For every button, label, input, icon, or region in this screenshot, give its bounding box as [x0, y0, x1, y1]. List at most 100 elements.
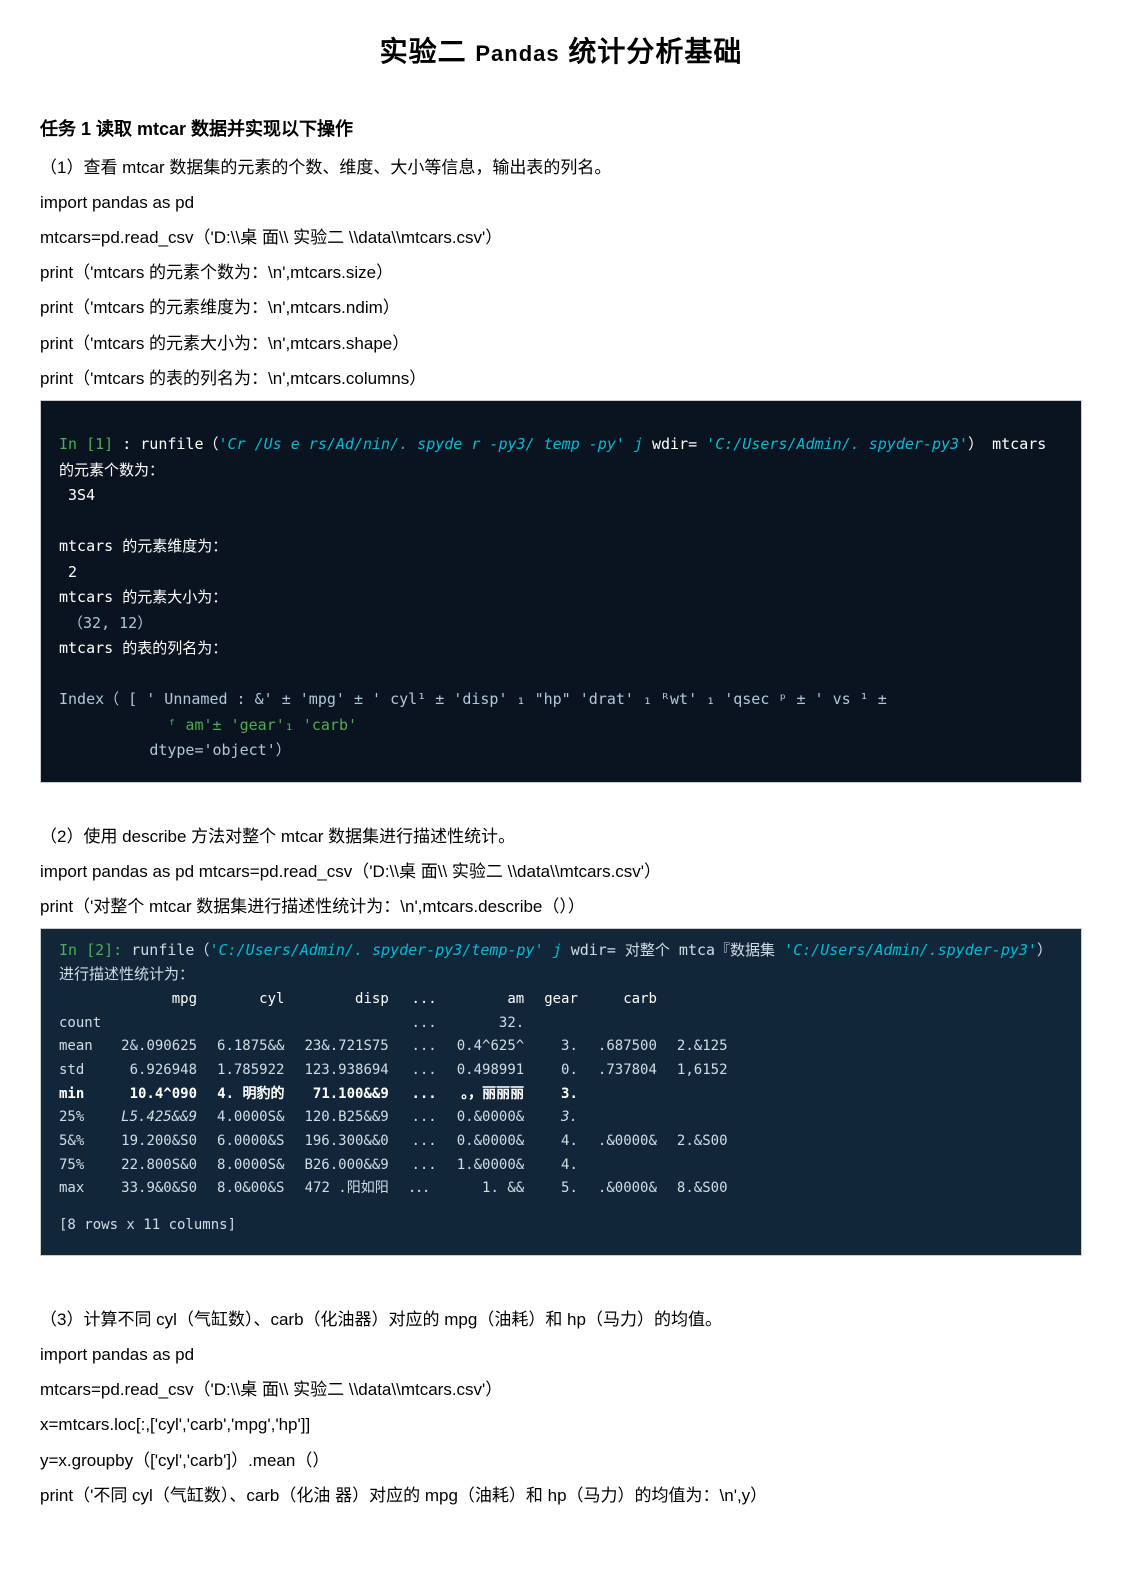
doc-title: 实验二 Pandas 统计分析基础 — [40, 30, 1082, 75]
table-cell: .&0000& — [598, 1130, 677, 1154]
table-cell: 25% — [59, 1106, 121, 1130]
table-cell: .687500 — [598, 1035, 677, 1059]
table-cell: 6.926948 — [121, 1059, 217, 1083]
table-cell: 0.498991 — [457, 1059, 544, 1083]
table-cell: 10.4^090 — [121, 1083, 217, 1107]
table-cell: .737804 — [598, 1059, 677, 1083]
table-cell: 2&.090625 — [121, 1035, 217, 1059]
table-cell: ... — [409, 1083, 457, 1107]
table-cell: 32. — [457, 1012, 544, 1036]
task2-q: （2）使用 describe 方法对整个 mtcar 数据集进行描述性统计。 — [40, 823, 1082, 850]
table-header: cyl — [217, 988, 304, 1012]
table-cell — [677, 1012, 748, 1036]
table-cell: 3. — [544, 1035, 598, 1059]
code-line: import pandas as pd mtcars=pd.read_csv（'… — [40, 858, 1082, 885]
table-cell: 3. — [544, 1106, 598, 1130]
table-cell: 6.1875&& — [217, 1035, 304, 1059]
table-cell: 。，丽丽丽 — [457, 1083, 544, 1107]
table-cell: ．．． — [409, 1177, 457, 1201]
table-cell: 472 .阳如阳 — [304, 1177, 408, 1201]
table-cell: 120.B25&&9 — [304, 1106, 408, 1130]
table-cell: 2.&125 — [677, 1035, 748, 1059]
table-cell: 0. — [544, 1059, 598, 1083]
table-cell: count — [59, 1012, 121, 1036]
table-cell: 22.800S&0 — [121, 1154, 217, 1178]
code-line: y=x.groupby（['cyl','carb']）.mean（） — [40, 1447, 1082, 1474]
code-line: import pandas as pd — [40, 189, 1082, 216]
table-header: ... — [409, 988, 457, 1012]
table-cell — [121, 1012, 217, 1036]
code-line: import pandas as pd — [40, 1341, 1082, 1368]
console-output-2: In [2]: runfile（'C:/Users/Admin/. spyder… — [40, 928, 1082, 1255]
console-output-1: In [1] : runfile（'Cr /Us e rs/Ad/nin/. s… — [40, 400, 1082, 783]
code-line: x=mtcars.loc[:,['cyl','carb','mpg','hp']… — [40, 1411, 1082, 1438]
table-cell: 1.785922 — [217, 1059, 304, 1083]
table-cell — [677, 1106, 748, 1130]
table-cell: L5.425&&9 — [121, 1106, 217, 1130]
table-cell: 33.9&0&S0 — [121, 1177, 217, 1201]
table-cell: 196.300&&0 — [304, 1130, 408, 1154]
table-cell: 1,6152 — [677, 1059, 748, 1083]
table-cell: 23&.721S75 — [304, 1035, 408, 1059]
table-cell: 5&% — [59, 1130, 121, 1154]
task1-heading: 任务 1 读取 mtcar 数据并实现以下操作 — [40, 115, 1082, 144]
table-cell — [598, 1154, 677, 1178]
table-cell: 0.&0000& — [457, 1106, 544, 1130]
table-header: gear — [544, 988, 598, 1012]
table-cell: 2.&S00 — [677, 1130, 748, 1154]
table-cell: ... — [409, 1130, 457, 1154]
table-cell: ... — [409, 1059, 457, 1083]
table-cell: 6.0000&S — [217, 1130, 304, 1154]
table-cell: 3. — [544, 1083, 598, 1107]
code-line: mtcars=pd.read_csv（'D:\\桌 面\\ 实验二 \\data… — [40, 224, 1082, 251]
table-cell: B26.000&&9 — [304, 1154, 408, 1178]
table-cell — [677, 1083, 748, 1107]
table-cell — [598, 1083, 677, 1107]
table-cell: 75% — [59, 1154, 121, 1178]
table-cell: 19.200&S0 — [121, 1130, 217, 1154]
table-cell — [304, 1012, 408, 1036]
table-header: am — [457, 988, 544, 1012]
table-cell: 0.&0000& — [457, 1130, 544, 1154]
table-cell: 1.&0000& — [457, 1154, 544, 1178]
code-line: mtcars=pd.read_csv（'D:\\桌 面\\ 实验二 \\data… — [40, 1376, 1082, 1403]
table-header: mpg — [121, 988, 217, 1012]
table-cell: 4.0000S& — [217, 1106, 304, 1130]
code-line: print（'mtcars 的元素个数为：\n',mtcars.size） — [40, 259, 1082, 286]
table-cell: .&0000& — [598, 1177, 677, 1201]
describe-table: mpgcyldisp...amgearcarb count...32.mean2… — [59, 988, 748, 1201]
table-cell: 123.938694 — [304, 1059, 408, 1083]
table-cell: 8.&S00 — [677, 1177, 748, 1201]
table-cell: 5. — [544, 1177, 598, 1201]
task3-q: （3）计算不同 cyl（气缸数）、carb（化油器）对应的 mpg（油耗）和 h… — [40, 1306, 1082, 1333]
code-line: print（'对整个 mtcar 数据集进行描述性统计为：\n',mtcars.… — [40, 893, 1082, 920]
table-cell: 4. 明豹的 — [217, 1083, 304, 1107]
code-line: print（'mtcars 的元素大小为：\n',mtcars.shape） — [40, 330, 1082, 357]
table-cell: 8.0000S& — [217, 1154, 304, 1178]
code-line: print（'不同 cyl（气缸数）、carb（化油 器）对应的 mpg（油耗）… — [40, 1482, 1082, 1509]
table-cell: max — [59, 1177, 121, 1201]
table-cell: mean — [59, 1035, 121, 1059]
table-cell: 4. — [544, 1130, 598, 1154]
table-cell: ... — [409, 1012, 457, 1036]
table-header: carb — [598, 988, 677, 1012]
table-cell: ... — [409, 1035, 457, 1059]
table-cell: min — [59, 1083, 121, 1107]
table-cell: 71.100&&9 — [304, 1083, 408, 1107]
table-cell — [598, 1106, 677, 1130]
table-cell: std — [59, 1059, 121, 1083]
table-cell: 1. && — [457, 1177, 544, 1201]
code-line: print（'mtcars 的表的列名为：\n',mtcars.columns） — [40, 365, 1082, 392]
table-cell — [598, 1012, 677, 1036]
table-cell — [544, 1012, 598, 1036]
table-cell: 4. — [544, 1154, 598, 1178]
table-footer: [8 rows x 11 columns] — [59, 1215, 1063, 1237]
table-cell: 8.0&00&S — [217, 1177, 304, 1201]
table-cell — [217, 1012, 304, 1036]
table-cell: 0.4^625^ — [457, 1035, 544, 1059]
table-cell: ... — [409, 1106, 457, 1130]
task1-q1: （1）查看 mtcar 数据集的元素的个数、维度、大小等信息，输出表的列名。 — [40, 154, 1082, 181]
table-cell: ... — [409, 1154, 457, 1178]
code-line: print（'mtcars 的元素维度为：\n',mtcars.ndim） — [40, 294, 1082, 321]
table-header: disp — [304, 988, 408, 1012]
